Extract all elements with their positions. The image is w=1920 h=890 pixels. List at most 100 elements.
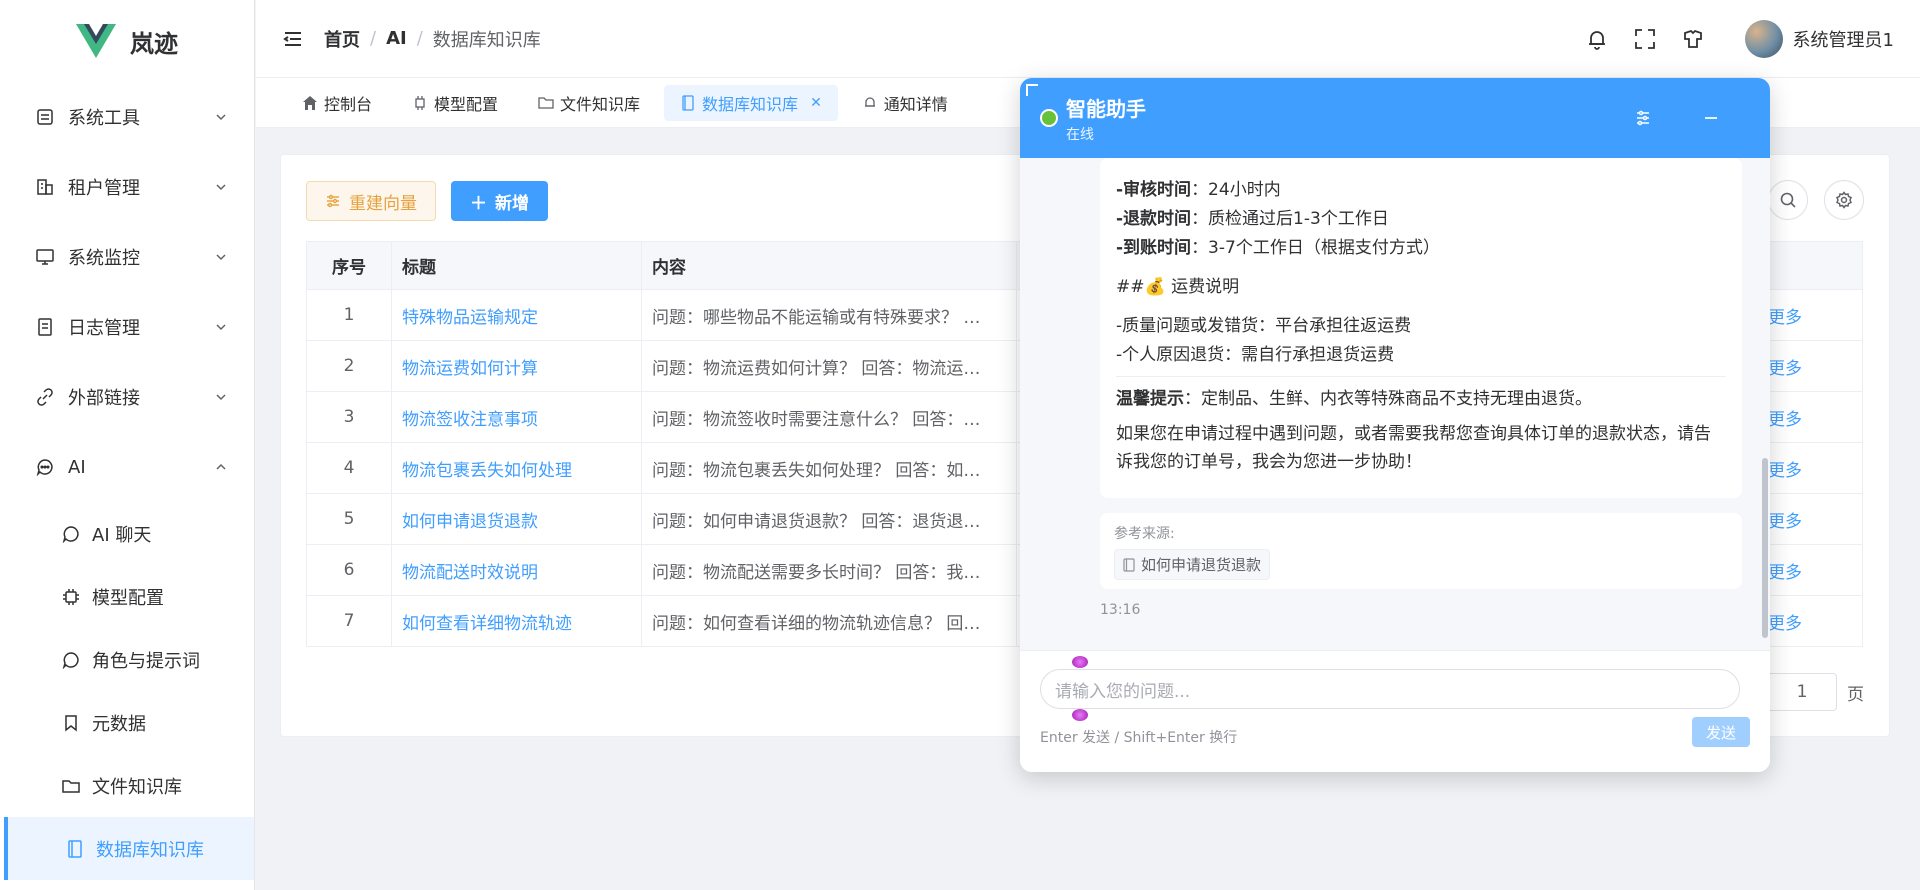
row-content: 问题：哪些物品不能运输或有特殊要求？ … <box>641 289 1017 341</box>
message-closing: 如果您在申请过程中遇到问题，或者需要我帮您查询具体订单的退款状态，请告诉我您的订… <box>1116 424 1711 472</box>
resize-handle[interactable] <box>1026 84 1038 96</box>
line-key: -到账时间 <box>1116 238 1192 258</box>
row-title-link[interactable]: 物流签收注意事项 <box>391 391 642 443</box>
tab-file-kb[interactable]: 文件知识库 <box>522 85 656 121</box>
sidebar-item-db-kb[interactable]: 数据库知识库 <box>4 817 254 880</box>
menu-fold-icon[interactable] <box>282 28 304 50</box>
row-index: 4 <box>306 442 392 494</box>
close-icon[interactable]: ✕ <box>810 95 822 111</box>
row-title-link[interactable]: 如何查看详细物流轨迹 <box>391 595 642 647</box>
tab-notice-detail[interactable]: 通知详情 <box>846 85 964 121</box>
sidebar-item-metadata[interactable]: 元数据 <box>0 691 254 754</box>
row-title-link[interactable]: 如何申请退货退款 <box>391 493 642 545</box>
sidebar-item-label: 数据库知识库 <box>96 839 204 861</box>
message-line: -个人原因退货：需自行承担退货运费 <box>1116 345 1395 365</box>
bell-icon[interactable] <box>1585 27 1609 51</box>
sidebar-item-system-tools[interactable]: 系统工具 <box>0 82 254 152</box>
tab-dashboard[interactable]: 控制台 <box>286 85 388 121</box>
search-toggle-button[interactable] <box>1768 180 1808 220</box>
drag-handle-icon[interactable] <box>1072 656 1088 668</box>
row-content: 问题：如何申请退货退款？ 回答：退货退… <box>641 493 1017 545</box>
chat-icon <box>60 649 82 671</box>
sidebar-item-label: AI <box>68 456 86 478</box>
sidebar-item-monitor[interactable]: 系统监控 <box>0 222 254 292</box>
breadcrumb-current: 数据库知识库 <box>432 29 541 51</box>
fullscreen-icon[interactable] <box>1633 27 1657 51</box>
settings-button[interactable] <box>1824 180 1864 220</box>
user-menu[interactable]: 系统管理员1 <box>1744 19 1894 58</box>
line-value: ：质检通过后1-3个工作日 <box>1191 209 1389 229</box>
row-title-link[interactable]: 特殊物品运输规定 <box>391 289 642 341</box>
sidebar: 岚迹 系统工具 租户管理 系统监控 日志管理 外部链接 AI AI 聊天 模型配… <box>0 0 255 890</box>
reference-chip[interactable]: 如何申请退货退款 <box>1114 549 1271 580</box>
row-index: 3 <box>306 391 392 443</box>
more-link[interactable]: 更多 <box>1768 308 1802 328</box>
sidebar-item-ai-chat[interactable]: AI 聊天 <box>0 502 254 565</box>
sidebar-item-file-kb[interactable]: 文件知识库 <box>0 754 254 817</box>
rebuild-vector-button[interactable]: 重建向量 <box>306 181 436 221</box>
row-content: 问题：物流签收时需要注意什么？ 回答：… <box>641 391 1017 443</box>
sidebar-item-roles-prompts[interactable]: 角色与提示词 <box>0 628 254 691</box>
message-tip: 温馨提示：定制品、生鲜、内衣等特殊商品不支持无理由退货。 <box>1116 385 1726 414</box>
sidebar-item-ai[interactable]: AI <box>0 432 254 502</box>
row-content: 问题：如何查看详细的物流轨迹信息？ 回… <box>641 595 1017 647</box>
message-line: -到账时间：3-7个工作日（根据支付方式） <box>1116 234 1726 263</box>
more-link[interactable]: 更多 <box>1768 461 1802 481</box>
column-header-index: 序号 <box>306 241 392 290</box>
more-link[interactable]: 更多 <box>1768 512 1802 532</box>
chat-scrollbar[interactable] <box>1762 458 1768 638</box>
breadcrumb-ai[interactable]: AI <box>386 28 407 49</box>
chat-assistant-window: 智能助手 在线 -审核时间：24小时内 -退款时间：质检通过后1-3个工作日 -… <box>1020 78 1770 772</box>
sidebar-item-label: AI 聊天 <box>92 524 152 546</box>
send-button[interactable]: 发送 <box>1692 717 1750 747</box>
add-label: 新增 <box>495 193 529 214</box>
tab-label: 数据库知识库 <box>702 94 799 114</box>
chat-input[interactable]: 请输入您的问题... <box>1040 669 1740 709</box>
drag-handle-icon[interactable] <box>1072 709 1088 721</box>
row-title-link[interactable]: 物流配送时效说明 <box>391 544 642 596</box>
app-name: 岚迹 <box>130 29 178 58</box>
add-button[interactable]: ＋ 新增 <box>451 181 548 221</box>
logo[interactable]: 岚迹 <box>0 0 254 82</box>
pagination: 1 页 <box>1767 673 1864 711</box>
chevron-down-icon <box>216 394 226 401</box>
row-title-link[interactable]: 物流运费如何计算 <box>391 340 642 392</box>
more-link[interactable]: 更多 <box>1768 563 1802 583</box>
sliders-icon <box>327 194 339 208</box>
sidebar-item-label: 模型配置 <box>92 587 164 609</box>
sidebar-item-label: 外部链接 <box>68 388 140 409</box>
monitor-icon <box>34 246 56 268</box>
line-value: ：24小时内 <box>1191 180 1281 200</box>
sidebar-item-external-links[interactable]: 外部链接 <box>0 362 254 432</box>
tab-db-kb[interactable]: 数据库知识库 ✕ <box>664 84 838 121</box>
tab-model-config[interactable]: 模型配置 <box>396 85 514 121</box>
sidebar-item-logs[interactable]: 日志管理 <box>0 292 254 362</box>
chat-header[interactable]: 智能助手 在线 <box>1020 78 1770 158</box>
page-suffix: 页 <box>1847 684 1864 705</box>
row-title-link[interactable]: 物流包裹丢失如何处理 <box>391 442 642 494</box>
sliders-icon[interactable] <box>1634 109 1652 127</box>
chevron-down-icon <box>216 114 226 121</box>
column-header-content: 内容 <box>641 241 1017 290</box>
minimize-icon[interactable] <box>1702 109 1720 127</box>
breadcrumb-separator: / <box>416 28 423 49</box>
chip-icon <box>60 586 82 608</box>
plus-icon: ＋ <box>470 193 487 214</box>
page-jump-input[interactable]: 1 <box>1767 673 1837 711</box>
message-line: -退款时间：质检通过后1-3个工作日 <box>1116 205 1726 234</box>
avatar <box>1744 19 1783 58</box>
divider <box>1116 376 1726 377</box>
assistant-message: -审核时间：24小时内 -退款时间：质检通过后1-3个工作日 -到账时间：3-7… <box>1100 158 1742 498</box>
sidebar-item-tenant[interactable]: 租户管理 <box>0 152 254 222</box>
more-link[interactable]: 更多 <box>1768 614 1802 634</box>
theme-icon[interactable] <box>1681 27 1705 51</box>
breadcrumb-home[interactable]: 首页 <box>324 26 360 52</box>
more-link[interactable]: 更多 <box>1768 410 1802 430</box>
sidebar-item-model-config[interactable]: 模型配置 <box>0 565 254 628</box>
reference-label: 参考来源: <box>1114 526 1175 542</box>
more-link[interactable]: 更多 <box>1768 359 1802 379</box>
bookmark-icon <box>60 712 82 734</box>
row-index: 1 <box>306 289 392 341</box>
breadcrumb-separator: / <box>370 28 377 49</box>
toolbox-icon <box>34 106 56 128</box>
